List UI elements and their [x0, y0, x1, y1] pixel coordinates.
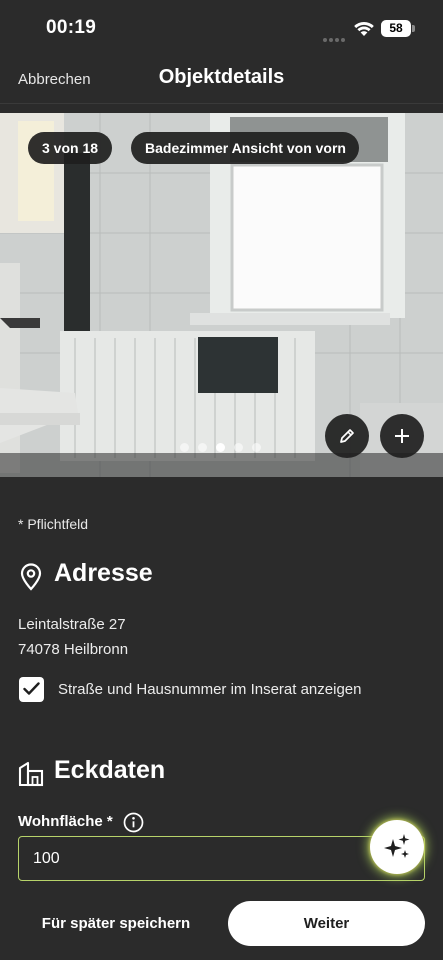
living-area-label: Wohnfläche * [18, 813, 113, 830]
pagination-dot[interactable] [216, 443, 225, 452]
cancel-button[interactable]: Abbrechen [18, 71, 91, 88]
next-button[interactable]: Weiter [228, 901, 425, 946]
address-title: Adresse [54, 559, 153, 587]
wifi-icon [354, 21, 374, 36]
plus-icon [395, 429, 409, 443]
info-icon[interactable] [123, 812, 144, 833]
photo-gallery[interactable]: 3 von 18 Badezimmer Ansicht von vorn [0, 113, 443, 477]
show-address-checkbox[interactable] [19, 677, 44, 702]
add-photo-button[interactable] [380, 414, 424, 458]
checkmark-icon [23, 682, 40, 695]
pagination-dots [180, 439, 270, 452]
sparkles-icon [384, 834, 410, 858]
ai-assistant-button[interactable] [370, 820, 424, 874]
required-field-note: * Pflichtfeld [18, 516, 89, 532]
show-address-label: Straße und Hausnummer im Inserat anzeige… [58, 681, 362, 698]
address-city: 74078 Heilbronn [18, 641, 129, 658]
building-icon [18, 761, 44, 787]
bathroom-photo [0, 113, 443, 477]
pagination-dot[interactable] [180, 443, 189, 452]
navigation-bar: Objektdetails Abbrechen [0, 58, 443, 104]
footer-actions: Für später speichern Weiter [0, 890, 443, 960]
pencil-icon [340, 429, 354, 443]
living-area-input[interactable] [18, 836, 425, 881]
key-data-title: Eckdaten [54, 756, 166, 784]
battery-icon: 58 [381, 20, 411, 37]
pagination-dot[interactable] [198, 443, 207, 452]
photo-counter: 3 von 18 [28, 132, 112, 164]
edit-photo-button[interactable] [325, 414, 369, 458]
location-pin-icon [20, 563, 42, 591]
battery-tip [412, 25, 415, 32]
signal-dots-icon [323, 29, 347, 47]
status-bar: 00:19 58 [0, 0, 443, 58]
address-street: Leintalstraße 27 [18, 616, 126, 633]
photo-caption: Badezimmer Ansicht von vorn [131, 132, 359, 164]
pagination-dot[interactable] [252, 443, 261, 452]
save-later-button[interactable]: Für später speichern [14, 902, 218, 946]
pagination-dot[interactable] [234, 443, 243, 452]
status-time: 00:19 [46, 17, 97, 38]
